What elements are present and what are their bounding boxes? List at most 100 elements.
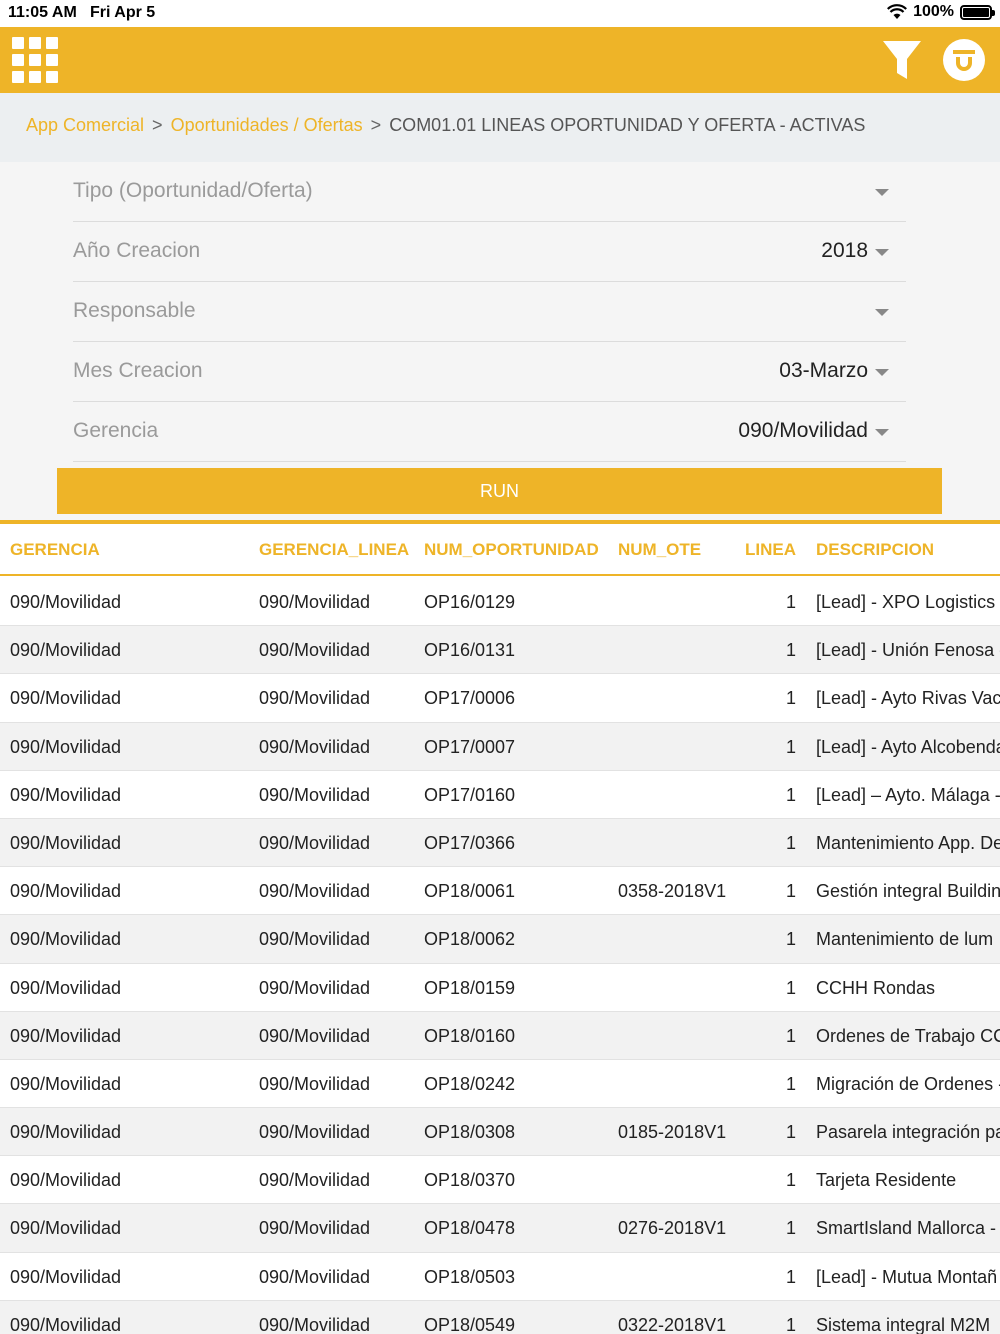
cell-gerencia-linea: 090/Movilidad [259,1025,371,1046]
table-row[interactable]: 090/Movilidad 090/Movilidad OP16/0129 1 [Lea… [0,578,1000,627]
cell-linea: 1 [785,1218,796,1239]
column-header-gerencia[interactable]: GERENCIA [10,540,100,560]
cell-gerencia-linea: 090/Movilidad [259,929,371,950]
chevron-down-icon [875,369,889,376]
status-date: Fri Apr 5 [90,4,156,21]
table-body: 090/Movilidad 090/Movilidad OP16/0129 1 [Lea… [0,578,1000,1334]
table-row[interactable]: 090/Movilidad 090/Movilidad OP18/0242 1 Migr… [0,1060,1000,1109]
column-header-num-oportunidad[interactable]: NUM_OPORTUNIDAD [424,540,599,560]
cell-descripcion: Gestión integral Buildin [816,881,1000,902]
cell-descripcion: Pasarela integración pa [816,1122,1000,1143]
cell-linea: 1 [785,832,796,853]
cell-num-oportunidad: OP18/0370 [424,1170,516,1191]
table-row[interactable]: 090/Movilidad 090/Movilidad OP18/0062 1 Mant… [0,915,1000,964]
cell-gerencia-linea: 090/Movilidad [259,784,371,805]
filter-label: Responsable [73,299,196,322]
cell-descripcion: [Lead] - Ayto Alcobenda [816,736,1000,757]
cell-gerencia: 090/Movilidad [10,881,122,902]
cell-num-oportunidad: OP17/0366 [424,832,516,853]
cell-num-oportunidad: OP17/0160 [424,784,516,805]
chevron-down-icon [875,189,889,196]
filter-mes-creacion[interactable]: Mes Creacion 03-Marzo [73,342,906,402]
cell-gerencia: 090/Movilidad [10,1122,122,1143]
cell-gerencia-linea: 090/Movilidad [259,688,371,709]
filter-value: 2018 [821,239,868,262]
filter-value: 03-Marzo [779,359,868,382]
cell-linea: 1 [785,736,796,757]
cell-num-oportunidad: OP18/0549 [424,1314,516,1334]
table-row[interactable]: 090/Movilidad 090/Movilidad OP17/0006 1 [Lea… [0,674,1000,723]
status-bar: 11:05 AM Fri Apr 5 100% [0,0,1000,27]
cell-descripcion: [Lead] - Ayto Rivas Vac [816,688,1000,709]
breadcrumb-app-comercial[interactable]: App Comercial [26,115,144,135]
table-row[interactable]: 090/Movilidad 090/Movilidad OP18/0160 1 Orde… [0,1011,1000,1060]
cell-gerencia-linea: 090/Movilidad [259,640,371,661]
cell-gerencia-linea: 090/Movilidad [259,1170,371,1191]
table-row[interactable]: 090/Movilidad 090/Movilidad OP18/0159 1 CCHH… [0,964,1000,1012]
cell-gerencia: 090/Movilidad [10,1025,122,1046]
filter-label: Tipo (Oportunidad/Oferta) [73,179,313,202]
chevron-down-icon [875,249,889,256]
app-bar [0,27,1000,93]
filter-value: 090/Movilidad [738,419,868,442]
filter-responsable[interactable]: Responsable [73,282,906,342]
filter-tipo[interactable]: Tipo (Oportunidad/Oferta) [73,162,906,222]
cell-gerencia: 090/Movilidad [10,736,122,757]
cell-num-oportunidad: OP16/0131 [424,640,516,661]
cell-gerencia-linea: 090/Movilidad [259,977,371,998]
table-row[interactable]: 090/Movilidad 090/Movilidad OP17/0160 1 [Lea… [0,771,1000,819]
cell-num-oportunidad: OP18/0308 [424,1122,516,1143]
table-row[interactable]: 090/Movilidad 090/Movilidad OP18/0478 0276-… [0,1204,1000,1253]
cell-gerencia-linea: 090/Movilidad [259,1218,371,1239]
cell-linea: 1 [785,1025,796,1046]
user-icon[interactable] [942,38,986,82]
table-row[interactable]: 090/Movilidad 090/Movilidad OP18/0308 0185-… [0,1108,1000,1157]
filter-icon[interactable] [882,39,922,81]
column-header-descripcion[interactable]: DESCRIPCION [816,540,934,560]
cell-gerencia-linea: 090/Movilidad [259,1073,371,1094]
column-header-num-ote[interactable]: NUM_OTE [618,540,701,560]
cell-num-ote: 0322-2018V1 [618,1314,727,1334]
cell-descripcion: [Lead] - XPO Logistics - [816,592,1000,612]
table-row[interactable]: 090/Movilidad 090/Movilidad OP18/0503 1 [Lea… [0,1253,1000,1301]
table-row[interactable]: 090/Movilidad 090/Movilidad OP18/0549 0322-… [0,1300,1000,1334]
cell-num-oportunidad: OP18/0160 [424,1025,516,1046]
filter-ano-creacion[interactable]: Año Creacion 2018 [73,222,906,282]
cell-descripcion: [Lead] – Ayto. Málaga - [816,784,1000,805]
cell-num-oportunidad: OP18/0503 [424,1266,516,1287]
cell-descripcion: CCHH Rondas [816,977,936,998]
filter-label: Año Creacion [73,239,201,262]
table-row[interactable]: 090/Movilidad 090/Movilidad OP17/0366 1 Mant… [0,818,1000,868]
cell-gerencia: 090/Movilidad [10,977,122,998]
run-button[interactable]: RUN [57,468,942,514]
cell-gerencia: 090/Movilidad [10,1266,122,1287]
cell-gerencia-linea: 090/Movilidad [259,832,371,853]
cell-gerencia-linea: 090/Movilidad [259,1314,371,1334]
column-header-linea[interactable]: LINEA [745,540,796,560]
breadcrumb-oportunidades[interactable]: Oportunidades / Ofertas [171,115,363,135]
filter-gerencia[interactable]: Gerencia 090/Movilidad [73,402,906,462]
cell-descripcion: [Lead] - Unión Fenosa - [816,640,1000,661]
cell-gerencia: 090/Movilidad [10,688,122,709]
results-table: GERENCIA GERENCIA_LINEA NUM_OPORTUNIDAD … [0,520,1000,1334]
table-row[interactable]: 090/Movilidad 090/Movilidad OP18/0370 1 Tarj… [0,1156,1000,1205]
table-header: GERENCIA GERENCIA_LINEA NUM_OPORTUNIDAD … [0,524,1000,576]
cell-gerencia: 090/Movilidad [10,784,122,805]
cell-linea: 1 [785,929,796,950]
grid-menu-icon[interactable] [12,37,58,83]
cell-descripcion: Migración de Ordenes - [816,1073,1000,1094]
cell-descripcion: Tarjeta Residente [816,1170,957,1191]
cell-descripcion: [Lead] - Mutua Montañ [816,1266,998,1287]
wifi-icon [887,4,908,19]
table-row[interactable]: 090/Movilidad 090/Movilidad OP17/0007 1 [Lea… [0,722,1000,771]
cell-gerencia: 090/Movilidad [10,1073,122,1094]
cell-linea: 1 [785,1314,796,1334]
breadcrumb-separator: > [152,115,163,135]
column-header-gerencia-linea[interactable]: GERENCIA_LINEA [259,540,409,560]
table-row[interactable]: 090/Movilidad 090/Movilidad OP16/0131 1 [Lea… [0,626,1000,675]
cell-num-oportunidad: OP18/0062 [424,929,516,950]
status-indicators: 100% [887,3,995,21]
breadcrumb-current: COM01.01 LINEAS OPORTUNIDAD Y OFERTA - A… [389,115,866,135]
table-row[interactable]: 090/Movilidad 090/Movilidad OP18/0061 0358-… [0,867,1000,916]
cell-num-oportunidad: OP17/0007 [424,736,516,757]
